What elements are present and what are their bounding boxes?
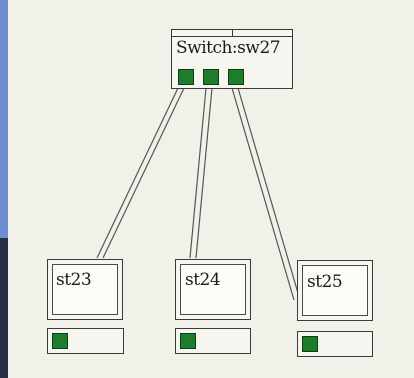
switch-port-1[interactable] <box>178 69 194 85</box>
switch-node[interactable]: Switch:sw27 <box>171 29 293 89</box>
station-node-st25[interactable]: st25 <box>297 260 373 321</box>
switch-port-2[interactable] <box>203 69 219 85</box>
station-port-st25[interactable] <box>302 336 318 352</box>
network-diagram-canvas: Switch:sw27 st23 st24 st25 <box>0 0 414 378</box>
station-tray-st23 <box>47 328 124 354</box>
link-sw27-st23 <box>96 87 179 259</box>
station-node-st24[interactable]: st24 <box>175 259 251 320</box>
station-tray-st24 <box>175 328 251 354</box>
station-label: st24 <box>185 270 221 290</box>
station-label: st25 <box>307 272 343 292</box>
station-label: st23 <box>56 270 92 290</box>
station-port-st24[interactable] <box>180 333 196 349</box>
switch-label: Switch:sw27 <box>176 38 281 58</box>
switch-top-notch <box>232 30 233 36</box>
station-tray-st25 <box>297 331 373 357</box>
station-node-st23[interactable]: st23 <box>47 259 123 320</box>
station-port-st23[interactable] <box>52 333 68 349</box>
switch-port-3[interactable] <box>228 69 244 85</box>
link-sw27-st23-edge <box>102 87 185 259</box>
